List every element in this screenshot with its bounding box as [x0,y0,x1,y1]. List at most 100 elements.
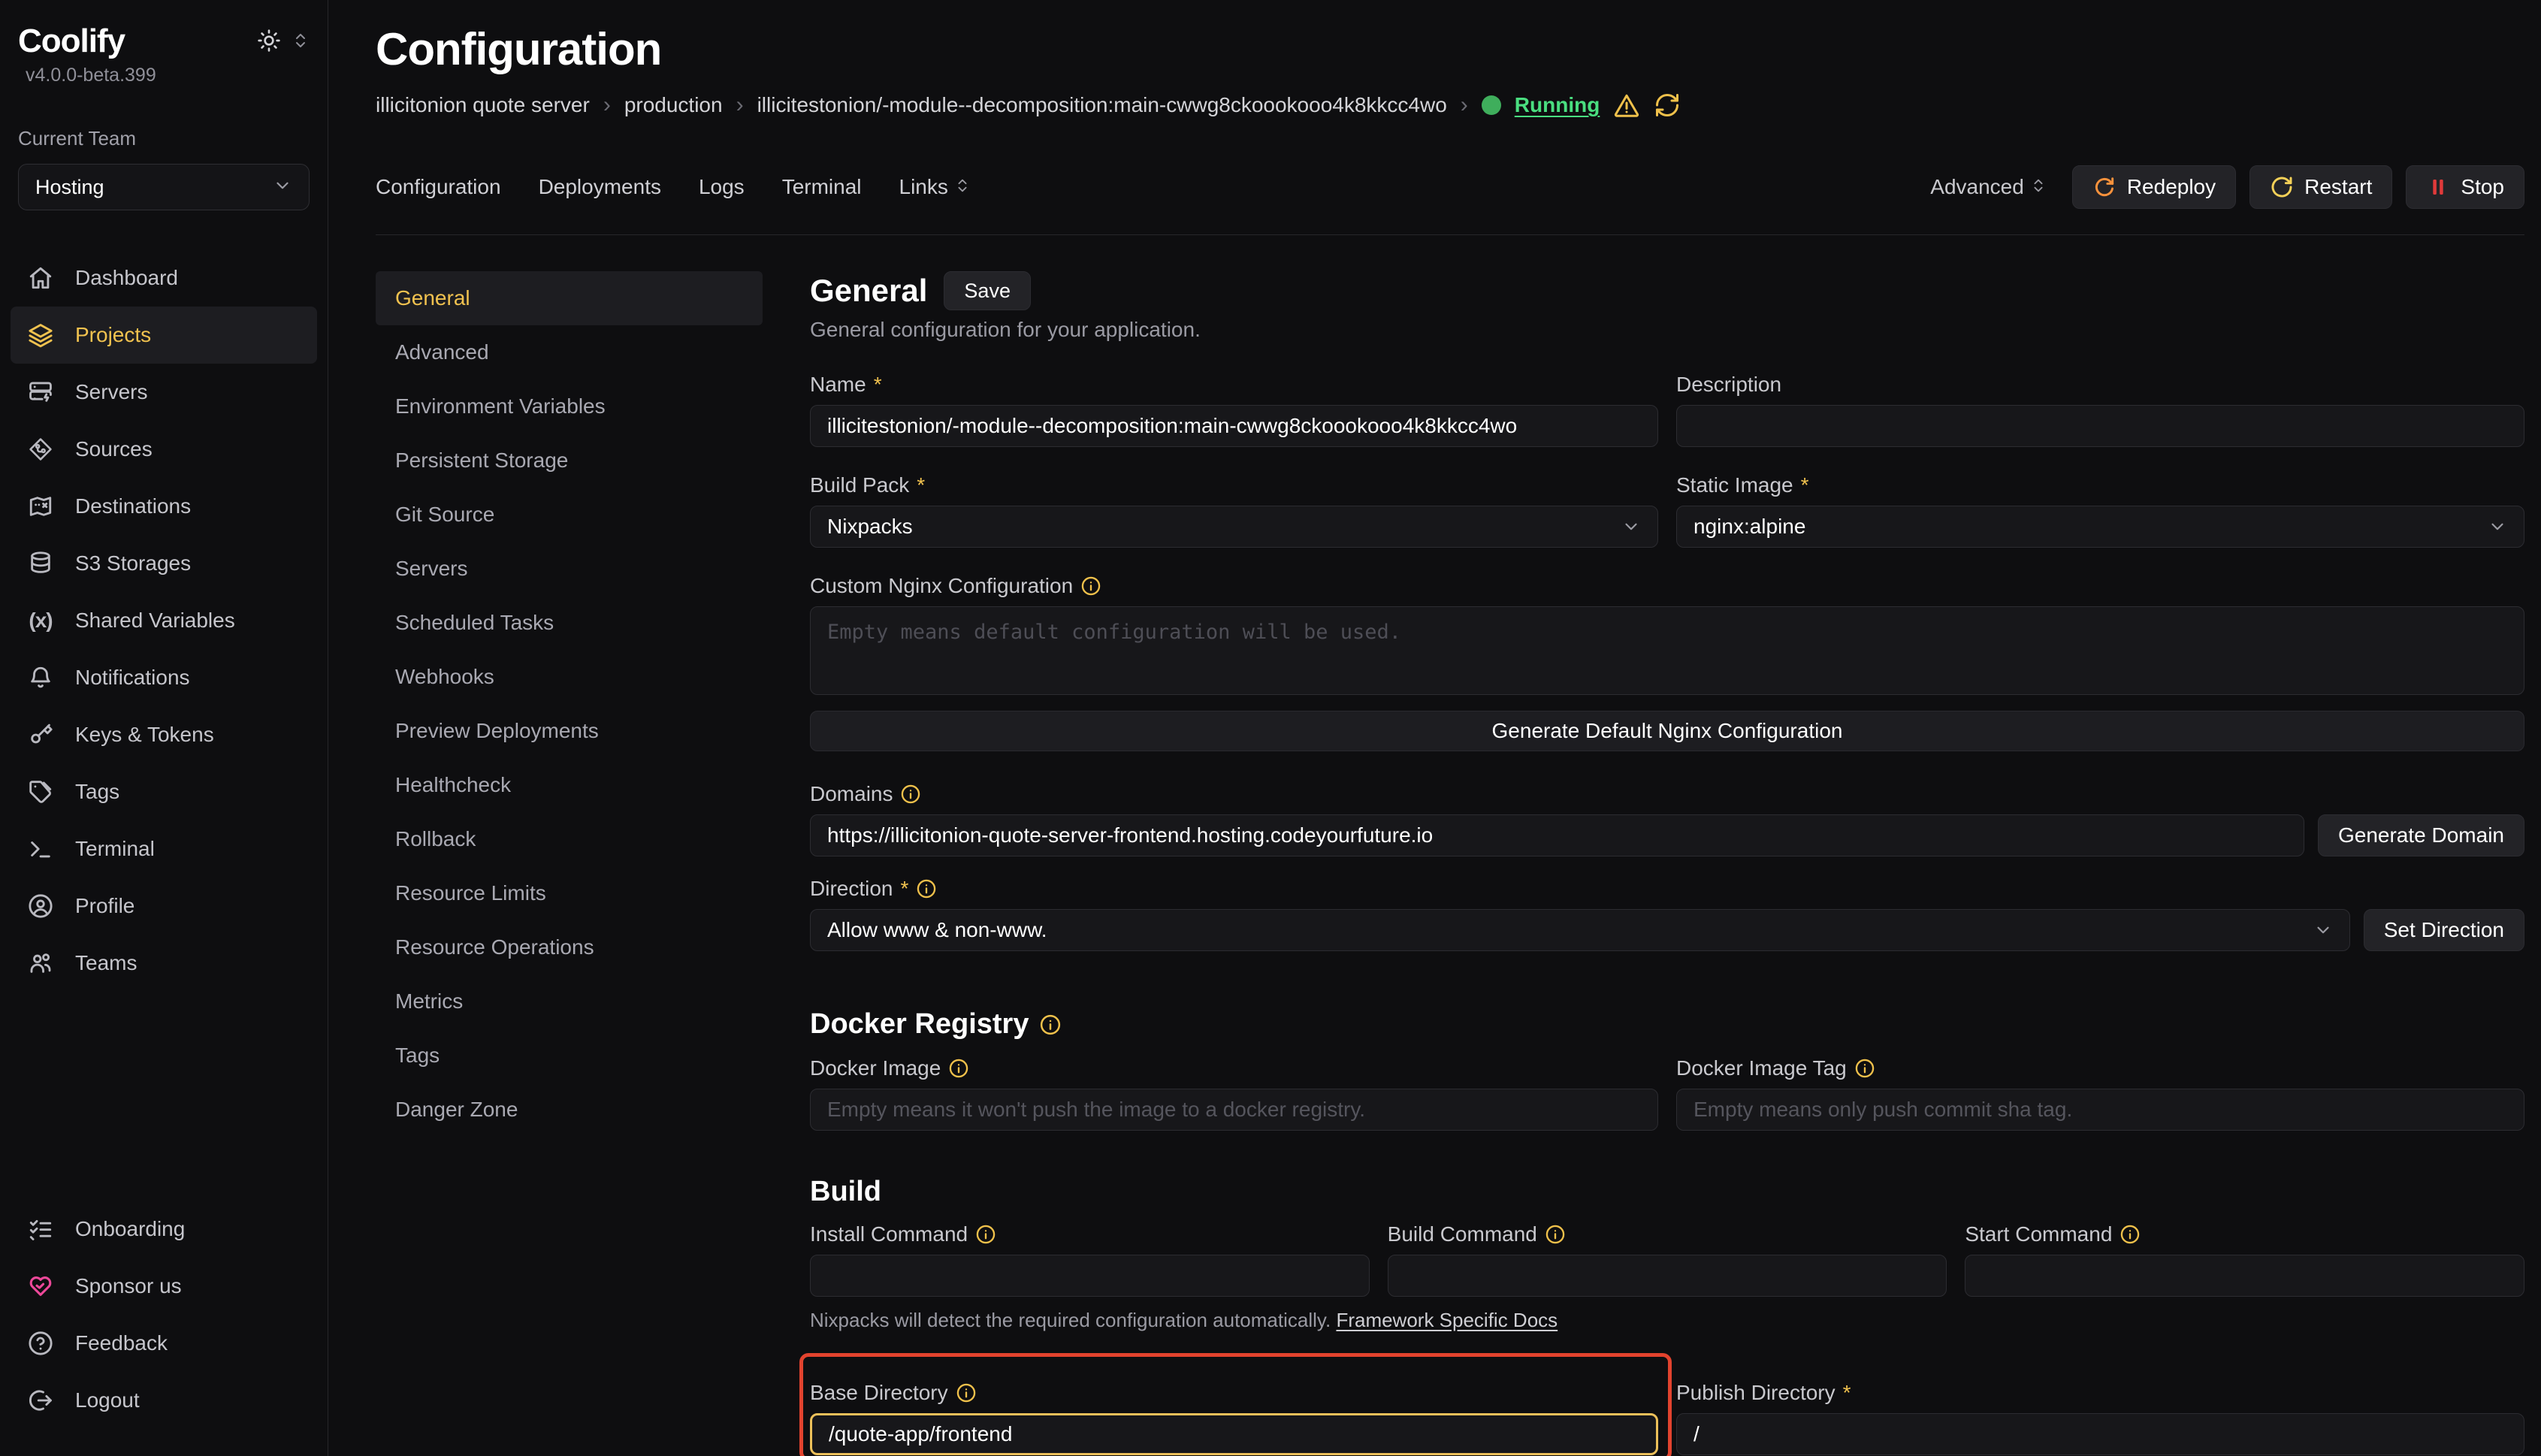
sidebar-item-destinations[interactable]: Destinations [11,478,317,535]
sidebar-item-feedback[interactable]: Feedback [11,1315,317,1372]
tab-logs[interactable]: Logs [699,175,745,199]
description-input[interactable] [1676,405,2524,447]
sidebar-item-sponsor-us[interactable]: Sponsor us [11,1258,317,1315]
start-command-input[interactable] [1965,1255,2524,1297]
subnav-rollback[interactable]: Rollback [376,812,763,866]
terminal-icon [26,836,56,862]
subnav-persistent-storage[interactable]: Persistent Storage [376,433,763,488]
restart-button[interactable]: Restart [2249,165,2392,209]
save-button[interactable]: Save [944,271,1031,310]
generate-domain-button[interactable]: Generate Domain [2318,814,2524,856]
breadcrumb-environment[interactable]: production [624,93,723,117]
advanced-dropdown[interactable]: Advanced [1930,175,2047,199]
breadcrumb-project[interactable]: illicitonion quote server [376,93,590,117]
tab-links[interactable]: Links [899,175,971,199]
subnav-danger-zone[interactable]: Danger Zone [376,1083,763,1137]
redeploy-button[interactable]: Redeploy [2072,165,2236,209]
sidebar-item-dashboard[interactable]: Dashboard [11,249,317,307]
direction-select[interactable]: Allow www & non-www. [810,909,2350,951]
subnav-resource-operations[interactable]: Resource Operations [376,920,763,974]
server-icon [26,379,56,405]
status-dot [1482,95,1501,115]
chevron-down-icon [273,176,292,199]
info-icon [900,784,921,805]
tag-icon [26,779,56,805]
sidebar-item-profile[interactable]: Profile [11,878,317,935]
subnav-advanced[interactable]: Advanced [376,325,763,379]
generate-nginx-config-button[interactable]: Generate Default Nginx Configuration [810,711,2524,751]
publish-directory-input[interactable] [1676,1413,2524,1455]
subnav-healthcheck[interactable]: Healthcheck [376,758,763,812]
sidebar-item-teams[interactable]: Teams [11,935,317,992]
sidebar-item-terminal[interactable]: Terminal [11,820,317,878]
install-command-input[interactable] [810,1255,1370,1297]
team-selector[interactable]: Hosting [18,164,310,210]
tab-terminal[interactable]: Terminal [782,175,862,199]
subnav-webhooks[interactable]: Webhooks [376,650,763,704]
build-command-label: Build Command [1388,1222,1537,1246]
framework-docs-link[interactable]: Framework Specific Docs [1336,1309,1558,1331]
sidebar-item-notifications[interactable]: Notifications [11,649,317,706]
subnav-resource-limits[interactable]: Resource Limits [376,866,763,920]
build-pack-select[interactable]: Nixpacks [810,506,1658,548]
name-input[interactable] [810,405,1658,447]
sidebar-item-s3-storages[interactable]: S3 Storages [11,535,317,592]
base-directory-input[interactable] [810,1413,1658,1455]
static-image-select[interactable]: nginx:alpine [1676,506,2524,548]
build-command-input[interactable] [1388,1255,1947,1297]
info-icon [1039,1013,1062,1036]
sidebar-collapse-chevrons-icon[interactable] [292,32,310,50]
subnav-environment-variables[interactable]: Environment Variables [376,379,763,433]
breadcrumb-separator: › [1461,92,1468,118]
publish-directory-label: Publish Directory [1676,1381,1836,1405]
info-icon [1854,1058,1875,1079]
sidebar-item-keys-tokens[interactable]: Keys & Tokens [11,706,317,763]
nginx-config-textarea[interactable] [810,606,2524,695]
subnav-metrics[interactable]: Metrics [376,974,763,1029]
stop-button[interactable]: Stop [2406,165,2524,209]
redeploy-icon [2092,175,2116,199]
breadcrumb-application[interactable]: illicitestonion/-module--decomposition:m… [757,93,1447,117]
status-link[interactable]: Running [1515,93,1600,117]
docker-image-tag-label: Docker Image Tag [1676,1056,1847,1080]
checklist-icon [26,1216,56,1242]
subnav-scheduled-tasks[interactable]: Scheduled Tasks [376,596,763,650]
refresh-status-icon[interactable] [1654,92,1681,119]
docker-image-input[interactable] [810,1089,1658,1131]
sidebar-item-tags[interactable]: Tags [11,763,317,820]
sidebar-item-servers[interactable]: Servers [11,364,317,421]
git-source-icon [26,436,56,462]
info-icon [948,1058,969,1079]
toolbar: Configuration Deployments Logs Terminal … [376,165,2524,209]
set-direction-button[interactable]: Set Direction [2364,909,2524,951]
subnav-general[interactable]: General [376,271,763,325]
sidebar-item-onboarding[interactable]: Onboarding [11,1201,317,1258]
map-icon [26,494,56,519]
main-area: Configuration illicitonion quote server … [328,0,2541,1456]
sidebar-item-shared-variables[interactable]: (x) Shared Variables [11,592,317,649]
domains-label: Domains [810,782,893,806]
tab-configuration[interactable]: Configuration [376,175,501,199]
sidebar-item-sources[interactable]: Sources [11,421,317,478]
subnav-tags[interactable]: Tags [376,1029,763,1083]
database-icon [26,551,56,576]
theme-toggle-sun-icon[interactable] [257,29,281,53]
docker-image-tag-input[interactable] [1676,1089,2524,1131]
subnav-git-source[interactable]: Git Source [376,488,763,542]
info-icon [975,1224,996,1245]
description-label: Description [1676,373,1781,397]
nixpacks-note: Nixpacks will detect the required config… [810,1309,2524,1332]
chevron-down-icon [2313,920,2333,940]
domains-input[interactable] [810,814,2304,856]
base-directory-label: Base Directory [810,1381,948,1405]
tab-deployments[interactable]: Deployments [539,175,661,199]
sidebar-item-projects[interactable]: Projects [11,307,317,364]
subnav-preview-deployments[interactable]: Preview Deployments [376,704,763,758]
subnav-servers[interactable]: Servers [376,542,763,596]
home-icon [26,265,56,291]
sidebar: Coolify v4.0.0-beta.399 Current Team Hos… [0,0,328,1456]
sidebar-item-logout[interactable]: Logout [11,1372,317,1429]
docker-image-label: Docker Image [810,1056,941,1080]
configuration-content: General Advanced Environment Variables P… [328,235,2541,1456]
nginx-config-label: Custom Nginx Configuration [810,574,1073,598]
